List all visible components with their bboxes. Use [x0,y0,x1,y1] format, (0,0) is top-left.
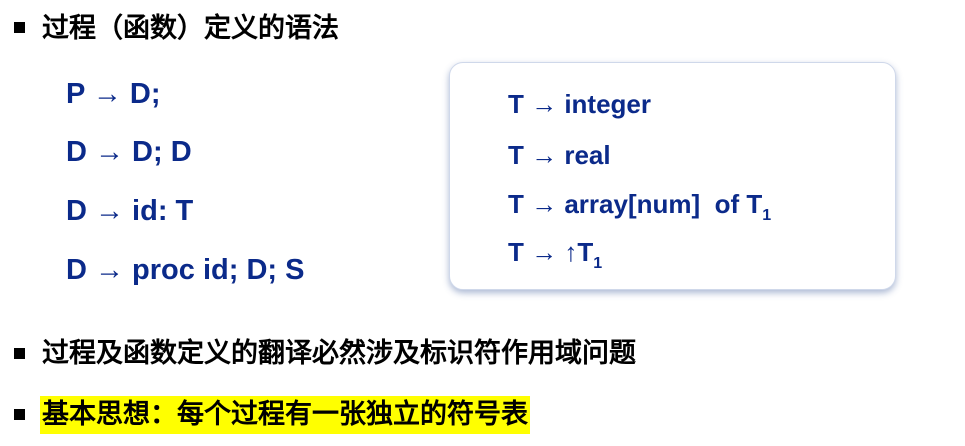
type-rule: T → integer [508,91,651,117]
bullet-square-icon [14,348,25,359]
grammar-rule: D → D; D [66,136,192,168]
type-rule-text: T → array[num] of T [508,189,763,219]
type-rule-subscript: 1 [593,255,603,272]
bullet-square-icon [14,409,25,420]
bullet-square-icon [14,22,25,33]
type-rule-subscript: 1 [762,207,772,224]
highlighted-text: 基本思想：每个过程有一张独立的符号表 [40,396,530,434]
type-rule: T → ↑T1 [508,237,602,272]
type-rule: T → real [508,142,611,168]
grammar-rule: D → proc id; D; S [66,254,305,286]
type-rule-text: T → real [508,140,611,170]
type-rule: T → array[num] of T1 [508,189,771,224]
grammar-rule: P → D; [66,78,161,110]
heading-scope-issue: 过程及函数定义的翻译必然涉及标识符作用域问题 [42,338,636,369]
type-rule-text: T → integer [508,89,652,119]
type-rule-text: T → ↑T [508,237,594,267]
type-rules-box: T → integer T → real T → array[num] of T… [449,62,896,290]
heading-basic-idea: 基本思想：每个过程有一张独立的符号表 [40,396,530,434]
heading-procedure-syntax: 过程（函数）定义的语法 [42,13,339,44]
grammar-rule: D → id: T [66,195,194,227]
